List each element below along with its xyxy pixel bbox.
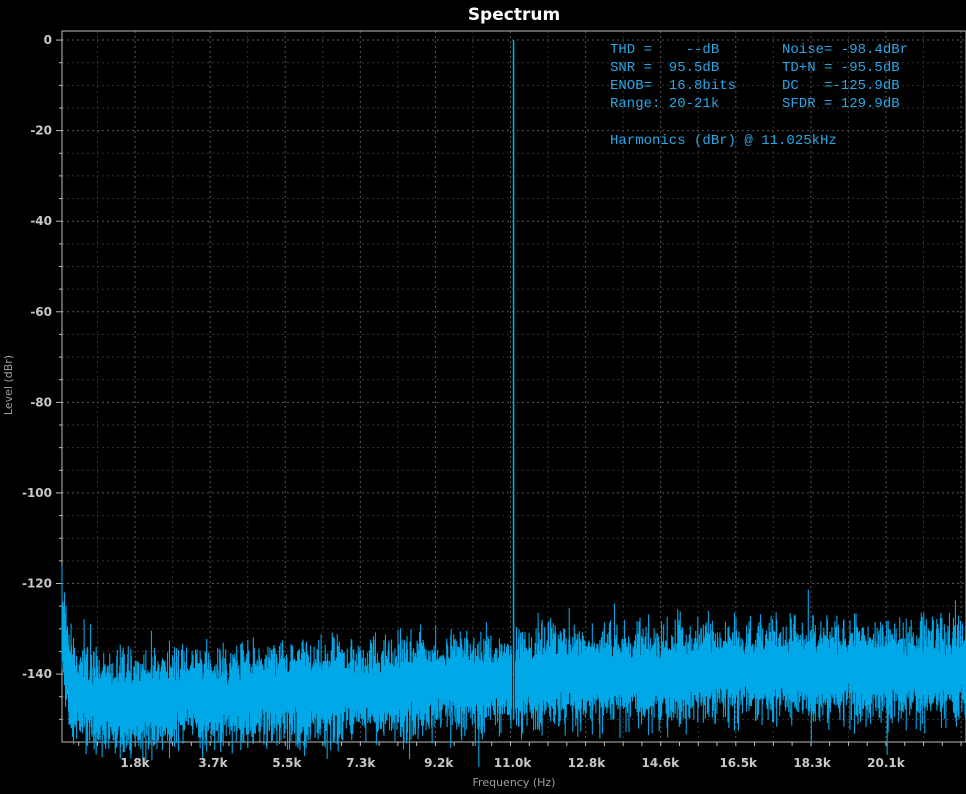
y-tick-label: -100 — [22, 486, 52, 500]
x-tick-label: 18.3k — [793, 756, 832, 770]
x-tick-label: 5.5k — [272, 756, 302, 770]
y-tick-label: -40 — [30, 214, 52, 228]
range-readout: Range: 20-21k — [610, 96, 719, 112]
y-tick-label: -140 — [22, 667, 52, 681]
x-tick-label: 11.0k — [494, 756, 533, 770]
y-tick-label: 0 — [44, 33, 52, 47]
x-tick-label: 20.1k — [867, 756, 906, 770]
x-tick-label: 3.7k — [198, 756, 228, 770]
thd-readout: THD = --dB — [610, 42, 719, 58]
y-tick-label: -60 — [30, 305, 52, 319]
y-axis-label: Level (dBr) — [2, 355, 15, 415]
spectrum-chart: Spectrum 1.8k 3.7k 5.5k 7.3k 9.2k 11.0k 12.8k 1… — [0, 0, 966, 794]
x-tick-label: 7.3k — [346, 756, 376, 770]
x-axis-label: Frequency (Hz) — [473, 776, 556, 789]
x-tick-label: 14.6k — [641, 756, 680, 770]
enob-readout: ENOB= 16.8bits — [610, 78, 736, 94]
tdn-readout: TD+N = -95.5dB — [782, 60, 900, 76]
x-tick-label: 12.8k — [568, 756, 607, 770]
chart-title: Spectrum — [468, 5, 560, 25]
y-tick-label: -20 — [30, 124, 52, 138]
x-tick-label: 1.8k — [120, 756, 150, 770]
y-tick-label: -120 — [22, 576, 52, 590]
noise-readout: Noise= -98.4dBr — [782, 42, 908, 58]
x-tick-label: 16.5k — [719, 756, 758, 770]
x-tick-label: 9.2k — [424, 756, 454, 770]
dc-readout: DC =-125.9dB — [782, 78, 900, 94]
snr-readout: SNR = 95.5dB — [610, 60, 719, 76]
harmonics-readout: Harmonics (dBr) @ 11.025kHz — [610, 133, 837, 149]
y-tick-label: -80 — [30, 395, 52, 409]
sfdr-readout: SFDR = 129.9dB — [782, 96, 900, 112]
